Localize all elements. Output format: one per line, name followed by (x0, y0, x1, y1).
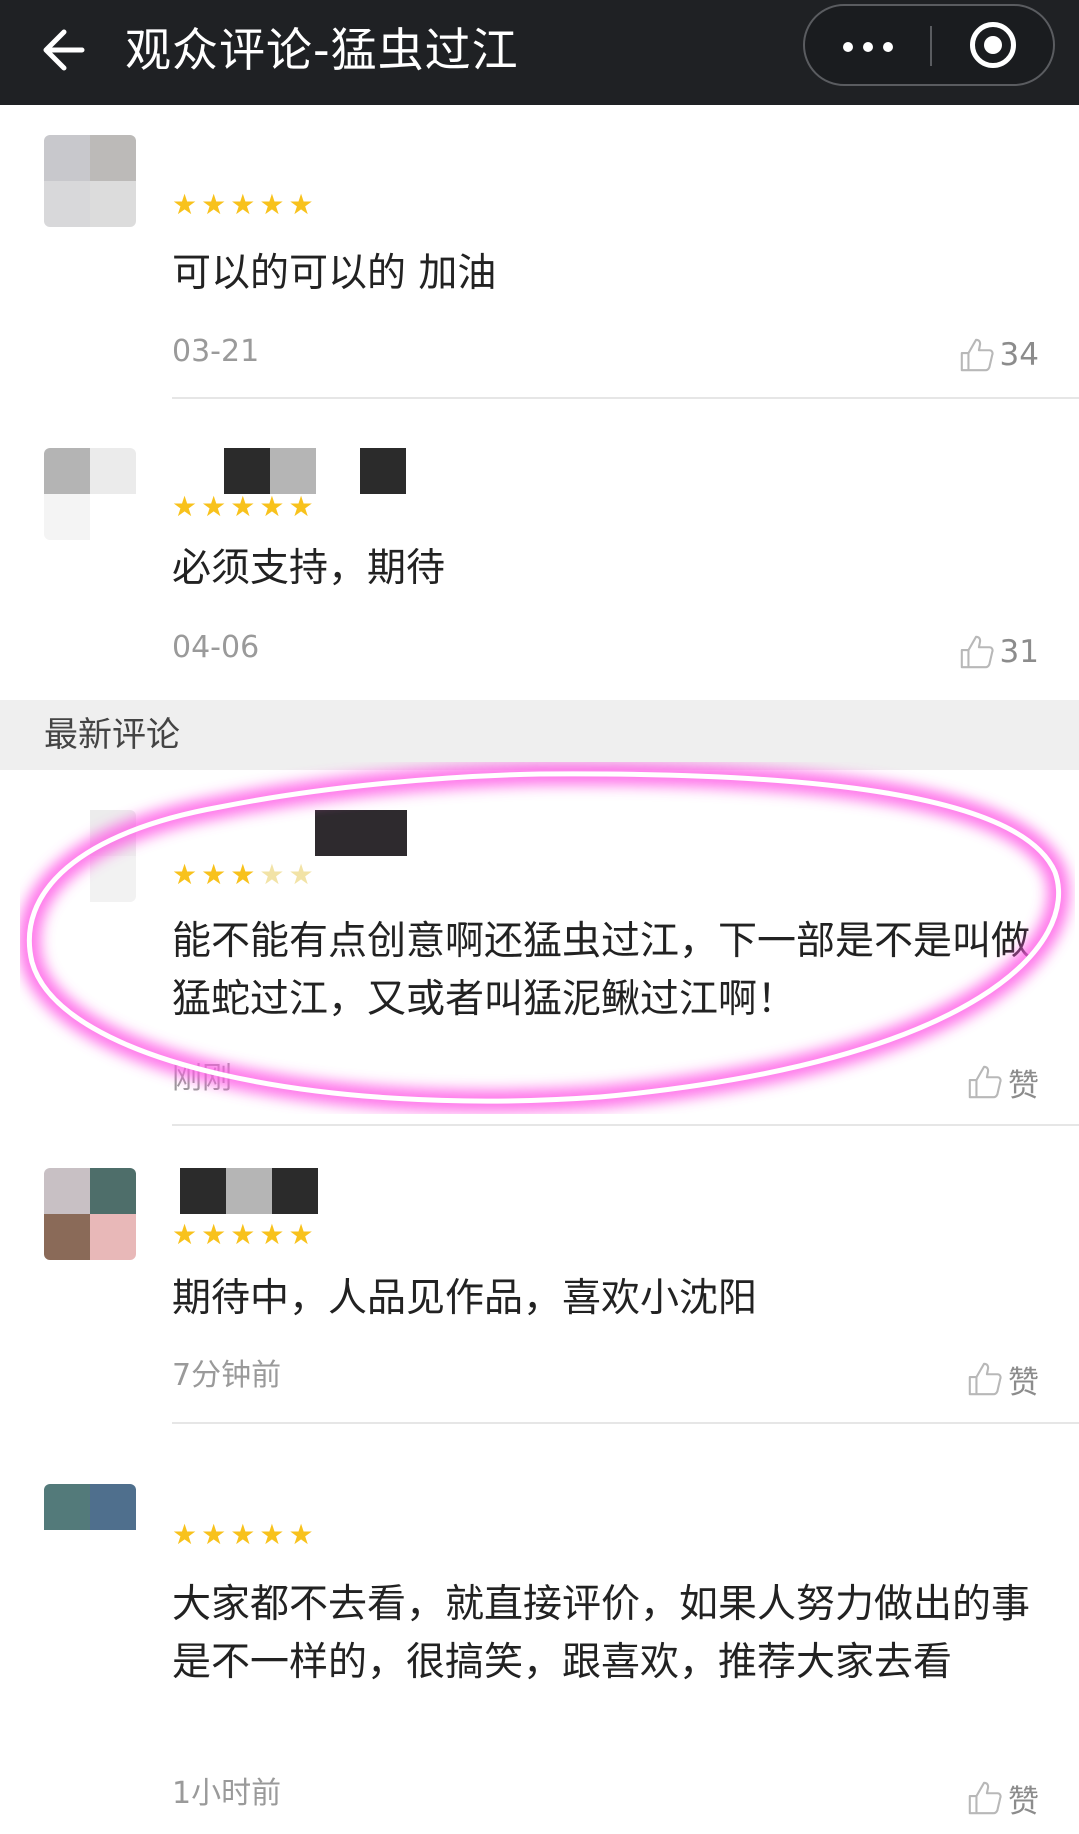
thumbs-up-icon (968, 1065, 1002, 1099)
comment-item: ★★★★★ 必须支持，期待 04-06 31 (0, 400, 1079, 700)
divider (172, 397, 1079, 399)
thumbs-up-icon (960, 635, 994, 669)
comment-text: 能不能有点创意啊还猛虫过江，下一部是不是叫做猛蛇过江，又或者叫猛泥鳅过江啊！ (172, 919, 1031, 1022)
like-count: 34 (999, 337, 1039, 373)
comment-text: 必须支持，期待 (172, 546, 446, 591)
thumbs-up-icon (968, 1781, 1002, 1815)
like-button[interactable]: 赞 (966, 1359, 1039, 1401)
comment-time: 03-21 (172, 334, 260, 369)
comment-text: 可以的可以的 加油 (172, 251, 497, 296)
avatar[interactable] (44, 1168, 136, 1260)
rating-stars: ★★★★★ (172, 858, 318, 891)
comment-time: 7分钟前 (172, 1358, 282, 1393)
avatar[interactable] (44, 1484, 136, 1576)
comment-text: 期待中，人品见作品，喜欢小沈阳 (172, 1276, 758, 1321)
close-target-icon[interactable] (970, 22, 1016, 68)
comment-time: 刚刚 (172, 1061, 232, 1096)
comment-item: ★★★★★ 能不能有点创意啊还猛虫过江，下一部是不是叫做猛蛇过江，又或者叫猛泥鳅… (0, 770, 1079, 1126)
thumbs-up-icon (960, 338, 994, 372)
like-button[interactable]: 赞 (966, 1778, 1039, 1820)
mini-program-capsule (803, 4, 1055, 86)
thumbs-up-icon (968, 1362, 1002, 1396)
like-button[interactable]: 34 (958, 335, 1039, 375)
avatar[interactable] (44, 448, 136, 540)
page-title: 观众评论-猛虫过江 (125, 23, 519, 77)
comment-time: 1小时前 (172, 1776, 282, 1811)
back-arrow-icon[interactable] (36, 18, 100, 82)
rating-stars: ★★★★★ (172, 1518, 318, 1551)
capsule-divider (930, 26, 932, 66)
more-dots-icon[interactable] (805, 6, 930, 84)
comment-item: ★★★★★ 可以的可以的 加油 03-21 34 (0, 105, 1079, 400)
like-count: 31 (999, 634, 1039, 670)
rating-stars: ★★★★★ (172, 490, 318, 523)
section-label: 最新评论 (44, 715, 180, 755)
title-bar: 观众评论-猛虫过江 (0, 0, 1079, 105)
latest-comments-header: 最新评论 (0, 700, 1079, 770)
like-label: 赞 (1008, 1364, 1039, 1401)
avatar[interactable] (44, 135, 136, 227)
comment-item: ★★★★★ 大家都不去看，就直接评价，如果人努力做出的事是不一样的，很搞笑，跟喜… (0, 1426, 1079, 1834)
rating-stars: ★★★★★ (172, 1218, 318, 1251)
comment-text: 大家都不去看，就直接评价，如果人努力做出的事是不一样的，很搞笑，跟喜欢，推荐大家… (172, 1582, 1031, 1685)
divider (172, 1422, 1079, 1424)
like-button[interactable]: 31 (958, 632, 1039, 672)
comment-time: 04-06 (172, 630, 260, 665)
like-label: 赞 (1008, 1067, 1039, 1104)
like-label: 赞 (1008, 1783, 1039, 1820)
like-button[interactable]: 赞 (966, 1062, 1039, 1104)
comment-item: ★★★★★ 期待中，人品见作品，喜欢小沈阳 7分钟前 赞 (0, 1126, 1079, 1426)
avatar[interactable] (44, 810, 136, 902)
rating-stars: ★★★★★ (172, 188, 318, 221)
